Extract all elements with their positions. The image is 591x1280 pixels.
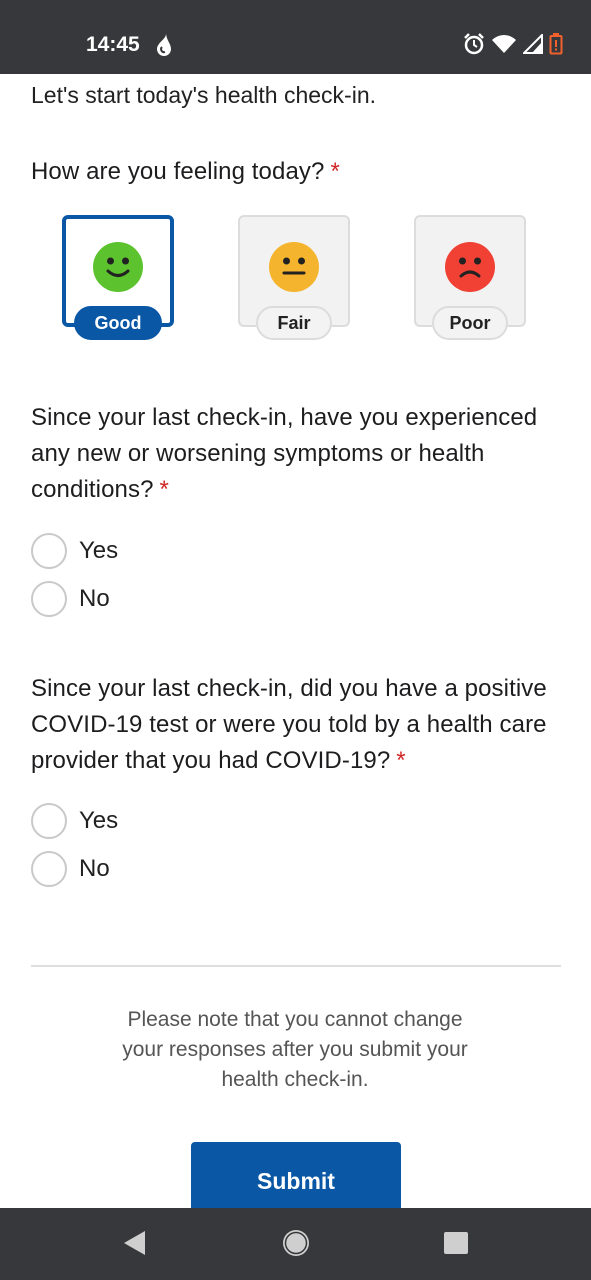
- checkin-form[interactable]: Let's start today's health check-in. How…: [0, 74, 591, 1208]
- recents-icon[interactable]: [443, 1228, 469, 1258]
- required-marker: *: [396, 747, 406, 774]
- question-covid-line: Since your last check-in, did you have a…: [31, 675, 547, 702]
- question-covid-line: COVID-19 test or were you told by a heal…: [31, 711, 547, 738]
- mood-option-poor[interactable]: Poor: [414, 215, 526, 340]
- radio-button[interactable]: [31, 533, 67, 569]
- question-feeling-text: How are you feeling today?: [31, 158, 325, 185]
- covid-option-no[interactable]: No: [31, 851, 110, 887]
- question-covid: Since your last check-in, did you have a…: [31, 671, 547, 779]
- radio-label: No: [79, 855, 110, 882]
- submit-button[interactable]: Submit: [191, 1142, 401, 1208]
- alarm-icon: [464, 33, 484, 55]
- divider: [31, 965, 561, 967]
- submit-note-line: health check-in.: [221, 1068, 369, 1091]
- submit-note: Please note that you cannot change your …: [95, 1005, 495, 1095]
- question-feeling: How are you feeling today? *: [31, 154, 340, 190]
- back-icon[interactable]: [121, 1228, 147, 1258]
- radio-button[interactable]: [31, 851, 67, 887]
- status-icons: [463, 33, 563, 55]
- covid-option-yes[interactable]: Yes: [31, 803, 118, 839]
- status-time: 14:45: [86, 33, 140, 56]
- signal-icon: [523, 34, 543, 54]
- neutral-face-icon: [269, 242, 319, 292]
- mood-options: Good Fair Poor: [62, 215, 526, 340]
- required-marker: *: [330, 158, 340, 185]
- battery-icon: [549, 33, 563, 55]
- symptoms-option-yes[interactable]: Yes: [31, 533, 118, 569]
- drop-icon: [157, 34, 171, 56]
- radio-label: Yes: [79, 807, 119, 834]
- status-bar: 14:45: [0, 0, 591, 74]
- home-icon[interactable]: [281, 1228, 311, 1258]
- required-marker: *: [159, 476, 169, 503]
- sad-face-icon: [445, 242, 495, 292]
- question-symptoms: Since your last check-in, have you exper…: [31, 400, 537, 508]
- submit-note-line: your responses after you submit your: [122, 1038, 468, 1061]
- mood-label-fair: Fair: [256, 306, 332, 340]
- radio-button[interactable]: [31, 803, 67, 839]
- navigation-bar: [0, 1208, 591, 1280]
- intro-text: Let's start today's health check-in.: [31, 82, 377, 108]
- mood-label-good: Good: [74, 306, 162, 340]
- question-symptoms-line: Since your last check-in, have you exper…: [31, 404, 538, 431]
- mood-option-good[interactable]: Good: [62, 215, 174, 340]
- radio-label: No: [79, 585, 110, 612]
- question-symptoms-line: conditions?: [31, 476, 154, 503]
- radio-label: Yes: [79, 537, 119, 564]
- wifi-icon: [492, 35, 516, 53]
- question-covid-line: provider that you had COVID-19?: [31, 747, 391, 774]
- mood-label-poor: Poor: [432, 306, 508, 340]
- question-symptoms-line: any new or worsening symptoms or health: [31, 440, 485, 467]
- symptoms-option-no[interactable]: No: [31, 581, 110, 617]
- submit-note-line: Please note that you cannot change: [127, 1008, 463, 1031]
- radio-button[interactable]: [31, 581, 67, 617]
- mood-option-fair[interactable]: Fair: [238, 215, 350, 340]
- happy-face-icon: [93, 242, 143, 292]
